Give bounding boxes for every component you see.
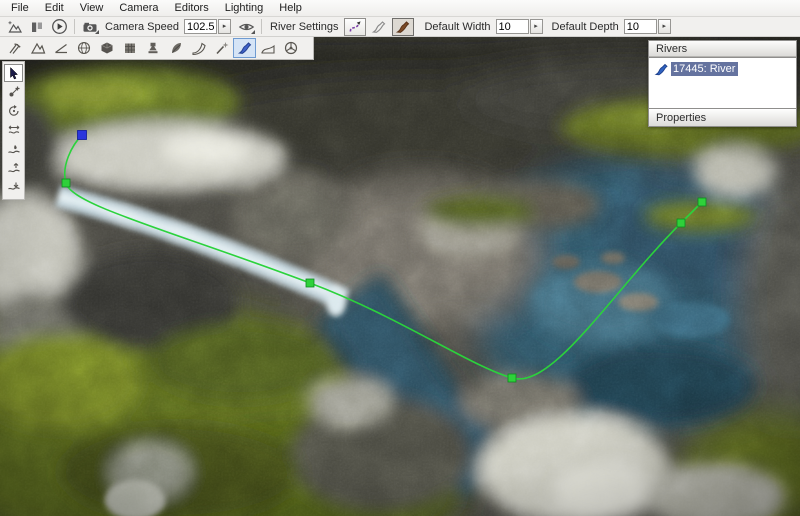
spline-tool-button[interactable] [344,18,366,36]
river-wave-icon [7,142,21,156]
menu-help[interactable]: Help [271,1,310,15]
default-width-input[interactable] [496,19,529,34]
wand-tool-button[interactable] [210,38,233,58]
leaf-tool-button[interactable] [164,38,187,58]
dropdown-corner [251,30,255,34]
spline-tool-icon [347,19,363,35]
slope-icon [53,40,69,56]
play-button[interactable] [48,18,70,36]
menu-edit[interactable]: Edit [37,1,72,15]
camera-button[interactable] [79,18,101,36]
river-tool-icon [237,40,253,56]
select-tool-button[interactable] [4,64,23,82]
wheel-tool-button[interactable] [279,38,302,58]
panels-icon [29,19,45,35]
river-list-item[interactable]: 17445: River [654,61,796,77]
river-outline-icon [371,19,387,35]
default-width-label: Default Width [424,21,490,33]
picks-tool-button[interactable] [3,38,26,58]
river-settings-label: River Settings [270,21,338,33]
river-paint-icon [395,19,411,35]
play-icon [51,18,68,35]
globe-tool-button[interactable] [72,38,95,58]
camera-speed-input[interactable] [184,19,217,34]
dune-tool-button[interactable] [256,38,279,58]
dropdown-corner [95,30,99,34]
toolbar-separator [261,19,262,34]
river-outline-button[interactable] [368,18,390,36]
river-tool-button[interactable] [233,38,256,58]
visibility-button[interactable] [235,18,257,36]
spline-control-point[interactable] [306,279,314,287]
wave-raise-tool-button[interactable] [4,159,23,177]
slope-tool-button[interactable] [49,38,72,58]
properties-panel-header[interactable]: Properties [649,109,796,126]
camera-speed-spinbox: ▸ [184,19,231,34]
rivers-panel-title: Rivers [656,43,687,55]
spline-control-point[interactable] [508,374,516,382]
menu-bar: File Edit View Camera Editors Lighting H… [0,0,800,17]
smooth-tool-button[interactable] [4,121,23,139]
wave-lower-icon [7,180,21,194]
properties-panel-title: Properties [656,112,706,124]
toolbar-separator [74,19,75,34]
default-depth-input[interactable] [624,19,657,34]
spline-control-point[interactable] [698,198,706,206]
add-node-icon [7,85,21,99]
rivers-panel-header[interactable]: Rivers [649,41,796,57]
spline-control-point[interactable] [62,179,70,187]
select-arrow-icon [7,66,21,80]
menu-editors[interactable]: Editors [166,1,216,15]
add-node-tool-button[interactable] [4,83,23,101]
rivers-panel: Rivers 17445: River Properties [648,40,797,127]
river-item-label: 17445: River [671,62,738,76]
mountain-icon [30,40,46,56]
terrain-toolbar [0,37,314,60]
wave-raise-icon [7,161,21,175]
default-depth-spinner[interactable]: ▸ [658,19,671,34]
ramp-icon [191,40,207,56]
new-terrain-icon [7,19,23,35]
spline-control-point[interactable] [677,219,685,227]
cube-tool-button[interactable] [95,38,118,58]
default-depth-spinbox: ▸ [624,19,671,34]
crate-icon [122,40,138,56]
rotate-icon [7,104,21,118]
camera-speed-label: Camera Speed [105,21,179,33]
menu-file[interactable]: File [3,1,37,15]
tool-palette [2,61,25,200]
dune-icon [260,40,276,56]
menu-camera[interactable]: Camera [111,1,166,15]
cube-icon [99,40,115,56]
rivers-list[interactable]: 17445: River [649,57,796,109]
ramp-tool-button[interactable] [187,38,210,58]
panels-button[interactable] [26,18,48,36]
globe-icon [76,40,92,56]
menu-lighting[interactable]: Lighting [217,1,272,15]
camera-speed-spinner[interactable]: ▸ [218,19,231,34]
default-width-spinner[interactable]: ▸ [530,19,543,34]
rotate-tool-button[interactable] [4,102,23,120]
picks-icon [7,40,23,56]
menu-view[interactable]: View [72,1,112,15]
stamp-icon [145,40,161,56]
default-depth-label: Default Depth [552,21,619,33]
river-wave-tool-button[interactable] [4,140,23,158]
smooth-icon [7,123,21,137]
default-width-spinbox: ▸ [496,19,543,34]
main-toolbar: Camera Speed ▸ River Settings [0,17,800,37]
application-window: File Edit View Camera Editors Lighting H… [0,0,800,516]
river-paint-button[interactable] [392,18,414,36]
wave-lower-tool-button[interactable] [4,178,23,196]
wheel-icon [283,40,299,56]
river-item-icon [654,62,669,77]
crate-tool-button[interactable] [118,38,141,58]
leaf-icon [168,40,184,56]
mountain-tool-button[interactable] [26,38,49,58]
spline-control-point-selected[interactable] [78,131,87,140]
wand-icon [214,40,230,56]
new-terrain-button[interactable] [4,18,26,36]
stamp-tool-button[interactable] [141,38,164,58]
